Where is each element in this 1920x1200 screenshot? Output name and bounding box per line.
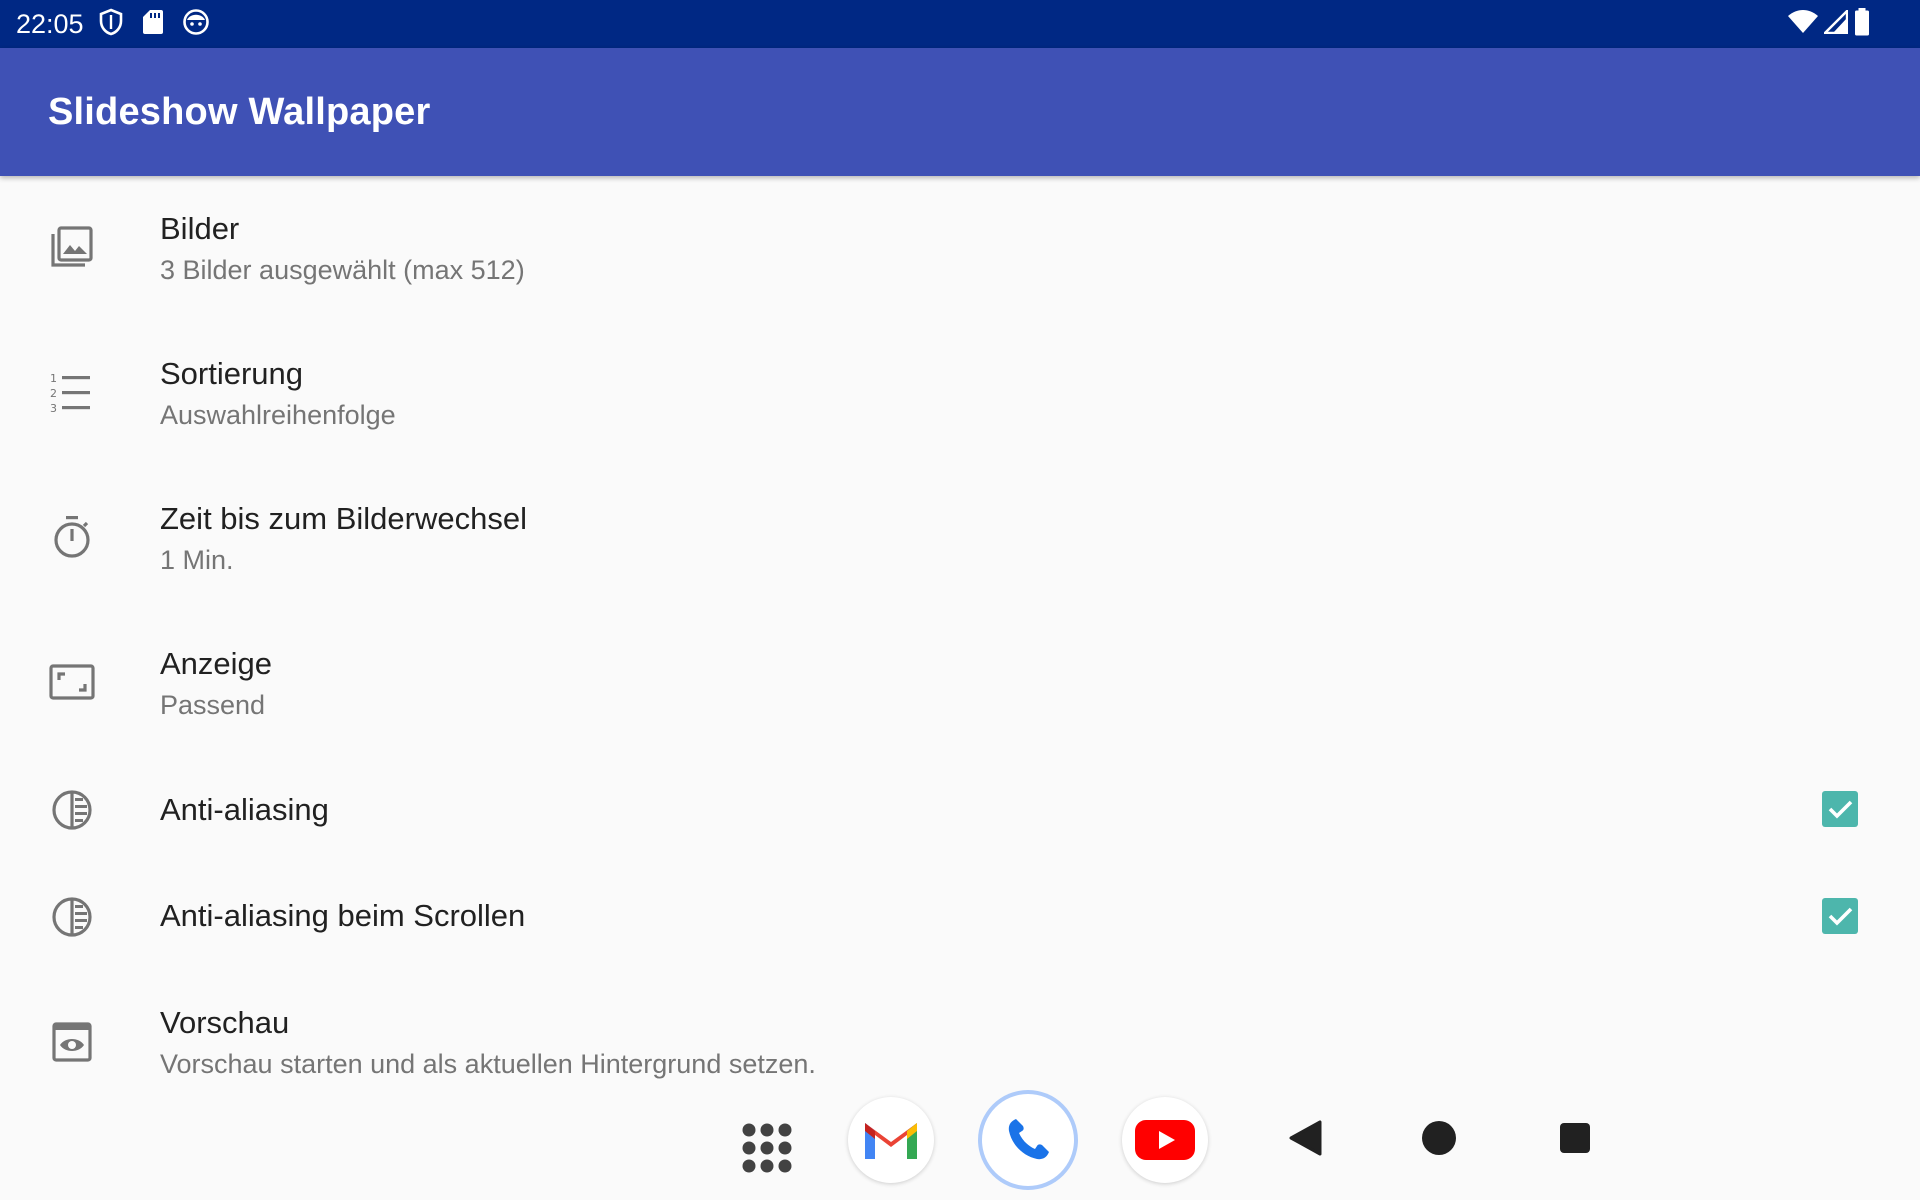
pref-title: Anti-aliasing bbox=[160, 792, 329, 827]
status-bar: 22:05 bbox=[0, 0, 1920, 48]
numbered-list-icon: 1 2 3 bbox=[48, 368, 96, 416]
home-button[interactable] bbox=[1414, 1113, 1464, 1163]
youtube-icon bbox=[1135, 1120, 1195, 1160]
gradient-icon bbox=[48, 893, 96, 941]
phone-app-button[interactable] bbox=[982, 1094, 1074, 1186]
phone-icon bbox=[1008, 1119, 1049, 1160]
back-icon bbox=[1289, 1120, 1322, 1156]
anti-aliasing-checkbox[interactable] bbox=[1822, 791, 1858, 827]
pref-summary: Auswahlreihenfolge bbox=[160, 400, 396, 430]
preview-icon bbox=[48, 1018, 96, 1066]
gmail-icon bbox=[865, 1123, 917, 1159]
recents-icon bbox=[1560, 1123, 1590, 1153]
navigation-bar bbox=[0, 1090, 1920, 1200]
pref-summary: 1 Min. bbox=[160, 545, 234, 575]
recents-button[interactable] bbox=[1550, 1113, 1600, 1163]
pref-summary: 3 Bilder ausgewählt (max 512) bbox=[160, 255, 525, 285]
aspect-ratio-icon bbox=[48, 658, 96, 706]
pref-bilder[interactable]: Bilder 3 Bilder ausgewählt (max 512) bbox=[0, 176, 1920, 321]
pref-sortierung[interactable]: 1 2 3 Sortierung Auswahlreihenfolge bbox=[0, 321, 1920, 466]
svg-text:2: 2 bbox=[50, 387, 57, 400]
gmail-app-button[interactable] bbox=[848, 1097, 934, 1183]
pref-vorschau[interactable]: Vorschau Vorschau starten und als aktuel… bbox=[0, 970, 1920, 1090]
cell-signal-icon bbox=[1822, 7, 1849, 39]
face-icon bbox=[182, 8, 210, 41]
image-library-icon bbox=[48, 223, 96, 271]
pref-zeit[interactable]: Zeit bis zum Bilderwechsel 1 Min. bbox=[0, 466, 1920, 611]
app-drawer-button[interactable] bbox=[729, 1110, 805, 1186]
pref-summary: Vorschau starten und als aktuellen Hinte… bbox=[160, 1049, 816, 1079]
status-time: 22:05 bbox=[16, 8, 84, 39]
pref-title: Vorschau bbox=[160, 1005, 290, 1040]
pref-summary: Passend bbox=[160, 690, 266, 720]
youtube-app-button[interactable] bbox=[1122, 1097, 1208, 1183]
pref-anti-aliasing-scroll[interactable]: Anti-aliasing beim Scrollen bbox=[0, 863, 1920, 970]
pref-anzeige[interactable]: Anzeige Passend bbox=[0, 611, 1920, 756]
pref-title: Sortierung bbox=[160, 356, 304, 391]
pref-anti-aliasing[interactable]: Anti-aliasing bbox=[0, 756, 1920, 863]
shield-icon bbox=[98, 8, 124, 41]
anti-aliasing-scroll-checkbox[interactable] bbox=[1822, 898, 1858, 934]
check-icon bbox=[1828, 800, 1853, 819]
pref-title: Bilder bbox=[160, 211, 240, 246]
back-button[interactable] bbox=[1280, 1113, 1330, 1163]
status-left-icons bbox=[98, 8, 210, 41]
wifi-icon bbox=[1788, 9, 1818, 39]
sd-card-icon bbox=[142, 9, 164, 40]
home-icon bbox=[1422, 1121, 1456, 1155]
svg-text:3: 3 bbox=[50, 402, 57, 415]
pref-title: Zeit bis zum Bilderwechsel bbox=[160, 501, 527, 536]
svg-text:1: 1 bbox=[50, 372, 57, 385]
pref-title: Anti-aliasing beim Scrollen bbox=[160, 898, 526, 933]
app-bar: Slideshow Wallpaper bbox=[0, 48, 1920, 176]
gradient-icon bbox=[48, 786, 96, 834]
app-title: Slideshow Wallpaper bbox=[48, 91, 431, 133]
timer-icon bbox=[48, 513, 96, 561]
app-drawer-icon bbox=[742, 1123, 792, 1173]
check-icon bbox=[1828, 907, 1853, 926]
status-right-icons bbox=[1788, 0, 1870, 48]
pref-title: Anzeige bbox=[160, 646, 273, 681]
battery-icon bbox=[1854, 7, 1870, 41]
